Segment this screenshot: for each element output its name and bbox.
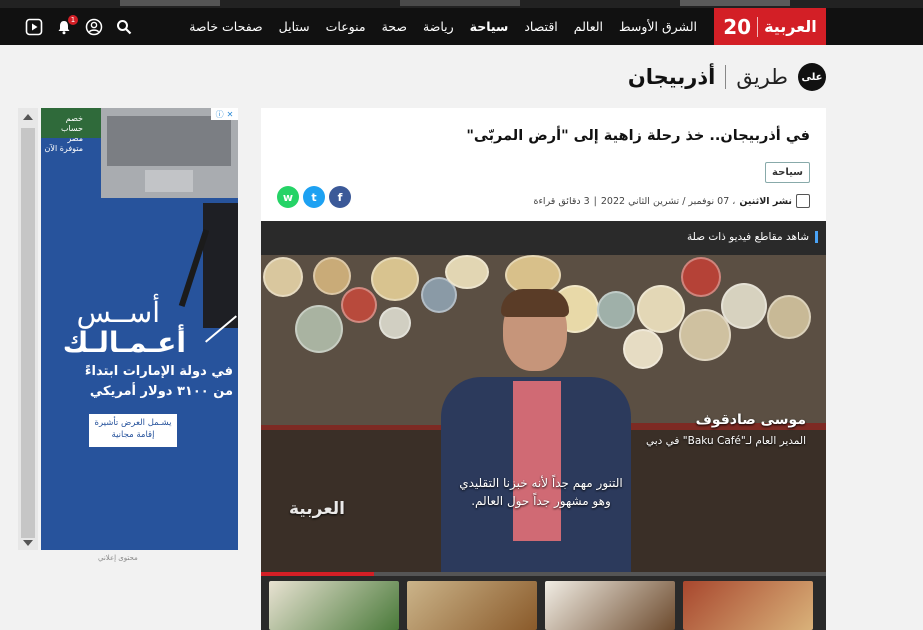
series-word: طريق: [736, 65, 788, 89]
decor-plate: [263, 257, 303, 297]
series-title[interactable]: أذربيجان: [628, 65, 715, 89]
play-icon[interactable]: [24, 17, 44, 37]
ad-label: محتوى إعلاني: [98, 554, 138, 562]
top-strip-item: [400, 0, 520, 6]
ad-notebook-image: [203, 203, 238, 328]
nav-item-variety[interactable]: منوعات: [318, 19, 374, 34]
video-progress-fill: [261, 572, 374, 576]
series-divider: [725, 65, 727, 89]
video-subtitle-line-2: وهو مشهور جداً حول العالم.: [471, 494, 611, 508]
search-icon[interactable]: [114, 17, 134, 37]
site-logo[interactable]: العربية 20: [714, 8, 826, 45]
interviewee-shirt: [513, 381, 561, 541]
speaker-name-caption: موسى صادقوف: [695, 412, 806, 428]
ad-corner-text: خصم حساب مصر متوفرة الآن: [44, 114, 83, 153]
video-progress-bar[interactable]: [261, 572, 826, 576]
laptop-trackpad: [145, 170, 193, 192]
main-nav-menu: الشرق الأوسط العالم اقتصاد سياحة رياضة ص…: [181, 8, 705, 45]
nav-item-tourism[interactable]: سياحة: [462, 19, 517, 34]
decor-plate: [379, 307, 411, 339]
decor-plate: [341, 287, 377, 323]
scrollbar-thumb[interactable]: [21, 128, 35, 538]
advertisement[interactable]: ⓘ ✕ خصم حساب مصر متوفرة الآن أســس أعـمـا…: [18, 108, 238, 550]
whatsapp-icon[interactable]: w: [277, 186, 299, 208]
ad-choices-icon[interactable]: ⓘ ✕: [211, 108, 238, 120]
ad-creative[interactable]: ⓘ ✕ خصم حساب مصر متوفرة الآن أســس أعـمـا…: [41, 108, 238, 550]
publish-date: ، 07 نوفمبر / تشرين الثاني 2022: [600, 195, 736, 207]
series-header: على طريق أذربيجان: [628, 60, 826, 94]
scroll-down-icon[interactable]: [23, 540, 33, 546]
video-thumbnail[interactable]: [269, 581, 399, 630]
ad-scrollbar[interactable]: [18, 108, 38, 550]
nav-item-world[interactable]: العالم: [566, 19, 611, 34]
info-icon: ⓘ: [215, 109, 224, 119]
nav-item-special-pages[interactable]: صفحات خاصة: [181, 19, 270, 34]
interviewee-hair: [501, 289, 569, 317]
nav-item-style[interactable]: ستايل: [271, 19, 318, 34]
channel-watermark: العربية: [289, 499, 346, 519]
video-thumbnail[interactable]: [545, 581, 675, 630]
logo-anniversary-number: 20: [723, 14, 752, 39]
meta-separator: |: [593, 195, 597, 207]
video-thumbnail[interactable]: [407, 581, 537, 630]
calendar-icon: [796, 194, 810, 208]
related-video-thumbnails: [261, 581, 826, 630]
scroll-up-icon[interactable]: [23, 114, 33, 120]
ad-line-3: في دولة الإمارات ابتداءً: [84, 364, 233, 379]
facebook-icon[interactable]: f: [329, 186, 351, 208]
ad-cta-box[interactable]: يشـمل العرض تأشيرة إقامة مجانية: [89, 414, 177, 447]
logo-brand: العربية: [764, 17, 817, 36]
decor-plate: [313, 257, 351, 295]
browser-top-strip: [0, 0, 923, 8]
interviewee: [441, 289, 631, 572]
article-headline: في أذربيجان.. خذ رحلة زاهية إلى "أرض الم…: [466, 128, 810, 144]
nav-item-health[interactable]: صحة: [374, 19, 415, 34]
logo-divider: [757, 16, 759, 37]
decor-plate: [295, 305, 343, 353]
nav-item-sports[interactable]: رياضة: [415, 19, 462, 34]
laptop-keyboard: [107, 116, 231, 166]
series-badge: على: [798, 63, 826, 91]
close-icon: ✕: [226, 109, 234, 119]
decor-plate: [637, 285, 685, 333]
bell-icon[interactable]: 1: [54, 14, 78, 37]
decor-plate: [767, 295, 811, 339]
nav-item-economy[interactable]: اقتصاد: [516, 19, 565, 34]
speaker-role-caption: المدير العام لـ"Baku Café" في دبي: [645, 435, 806, 447]
nav-item-middle-east[interactable]: الشرق الأوسط: [611, 19, 705, 34]
decor-plate: [679, 309, 731, 361]
article-tag[interactable]: سياحة: [765, 162, 810, 183]
publish-label: نشر الاثنين: [739, 195, 792, 207]
twitter-icon[interactable]: t: [303, 186, 325, 208]
related-videos-heading: شاهد مقاطع فيديو ذات صلة: [687, 231, 818, 243]
article-meta: نشر الاثنين ، 07 نوفمبر / تشرين الثاني 2…: [533, 194, 810, 208]
user-icon[interactable]: [84, 17, 104, 37]
share-buttons: w t f: [277, 186, 351, 208]
ad-headline-2: أعـمـالـك: [62, 326, 186, 359]
decor-plate: [445, 255, 489, 289]
read-time: 3 دقائق قراءة: [533, 195, 590, 207]
ad-headline-1: أســس: [76, 296, 160, 329]
top-strip-item: [680, 0, 790, 6]
ad-laptop-image: [101, 108, 238, 198]
decor-plate: [681, 257, 721, 297]
related-video-player[interactable]: شاهد مقاطع فيديو ذات صلة موسى صادقوف الم…: [261, 221, 826, 630]
notification-count-badge: 1: [68, 14, 78, 25]
ad-line-4: من ٣١٠٠ دولار أمريكي: [89, 384, 233, 399]
article-card: في أذربيجان.. خذ رحلة زاهية إلى "أرض الم…: [261, 108, 826, 630]
video-thumbnail[interactable]: [683, 581, 813, 630]
top-strip-item: [120, 0, 220, 6]
nav-icon-group: 1: [24, 8, 134, 45]
decor-plate: [371, 257, 419, 301]
video-subtitle-line-1: التنور مهم جداً لأنه خبزنا التقليدي: [459, 476, 623, 490]
